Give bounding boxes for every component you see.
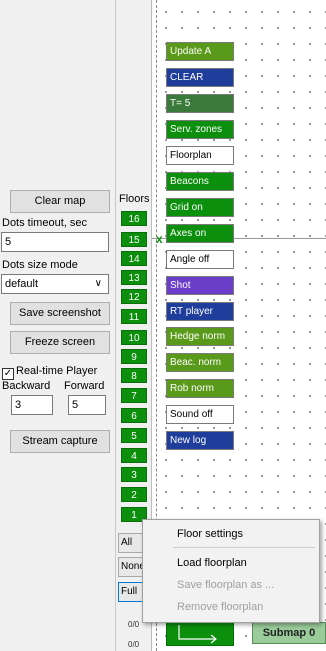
backward-label: Backward <box>2 380 51 392</box>
floor-15-button[interactable]: 15 <box>121 232 147 247</box>
clear-button[interactable]: CLEAR <box>166 68 234 87</box>
floor-16-button[interactable]: 16 <box>121 211 147 226</box>
menu-separator <box>173 547 315 548</box>
direction-indicator[interactable] <box>166 620 234 646</box>
menu-item-floor-settings[interactable]: Floor settings <box>177 528 243 540</box>
count-1: 0/0 <box>128 620 140 629</box>
floor-5-button[interactable]: 5 <box>121 428 147 443</box>
chevron-down-icon: ∨ <box>94 278 102 289</box>
menu-item-load-floorplan[interactable]: Load floorplan <box>177 557 247 569</box>
realtime-player-checkbox[interactable]: ✓ Real-time Player <box>2 365 97 380</box>
dots-timeout-label: Dots timeout, sec <box>2 217 87 229</box>
realtime-player-label: Real-time Player <box>16 365 98 377</box>
hedge-norm-button[interactable]: Hedge norm <box>166 327 234 346</box>
beacons-button[interactable]: Beacons <box>166 172 234 191</box>
floor-11-button[interactable]: 11 <box>121 309 147 324</box>
t-interval-button[interactable]: T= 5 <box>166 94 234 113</box>
floor-13-button[interactable]: 13 <box>121 270 147 285</box>
forward-input[interactable]: 5 <box>68 395 106 415</box>
floor-10-button[interactable]: 10 <box>121 330 147 345</box>
left-panel: Clear map Dots timeout, sec 5 Dots size … <box>0 0 115 651</box>
dots-timeout-input[interactable]: 5 <box>1 232 109 252</box>
submap-button[interactable]: Submap 0 <box>252 622 326 644</box>
dots-size-select[interactable]: default ∨ <box>1 274 109 294</box>
floor-2-button[interactable]: 2 <box>121 487 147 502</box>
sound-off-button[interactable]: Sound off <box>166 405 234 424</box>
stream-capture-button[interactable]: Stream capture <box>10 430 110 453</box>
grid-on-button[interactable]: Grid on <box>166 198 234 217</box>
freeze-screen-button[interactable]: Freeze screen <box>10 331 110 354</box>
arrow-icon <box>178 625 217 644</box>
dots-size-value: default <box>5 278 39 290</box>
floor-4-button[interactable]: 4 <box>121 448 147 463</box>
floorplan-button[interactable]: Floorplan <box>166 146 234 165</box>
floor-6-button[interactable]: 6 <box>121 408 147 423</box>
save-screenshot-button[interactable]: Save screenshot <box>10 302 110 325</box>
count-2: 0/0 <box>128 640 140 649</box>
shot-button[interactable]: Shot <box>166 276 234 295</box>
menu-item-save-floorplan[interactable]: Save floorplan as ... <box>177 579 274 591</box>
axes-on-button[interactable]: Axes on <box>166 224 234 243</box>
serv-zones-button[interactable]: Serv. zones <box>166 120 234 139</box>
update-a-button[interactable]: Update A <box>166 42 234 61</box>
floor-14-button[interactable]: 14 <box>121 251 147 266</box>
floors-title: Floors <box>119 193 150 205</box>
origin-marker: x <box>156 232 163 246</box>
floor-3-button[interactable]: 3 <box>121 467 147 482</box>
floor-8-button[interactable]: 8 <box>121 368 147 383</box>
floor-12-button[interactable]: 12 <box>121 289 147 304</box>
checkbox-check-icon: ✓ <box>2 368 14 380</box>
angle-off-button[interactable]: Angle off <box>166 250 234 269</box>
backward-input[interactable]: 3 <box>11 395 53 415</box>
floor-7-button[interactable]: 7 <box>121 388 147 403</box>
menu-item-remove-floorplan[interactable]: Remove floorplan <box>177 601 263 613</box>
dots-size-label: Dots size mode <box>2 259 78 271</box>
rt-player-button[interactable]: RT player <box>166 302 234 321</box>
rob-norm-button[interactable]: Rob norm <box>166 379 234 398</box>
forward-label: Forward <box>64 380 105 392</box>
new-log-button[interactable]: New log <box>166 431 234 450</box>
beac-norm-button[interactable]: Beac. norm <box>166 353 234 372</box>
floor-9-button[interactable]: 9 <box>121 349 147 364</box>
context-menu: Floor settings Load floorplan Save floor… <box>142 519 320 623</box>
clear-map-button[interactable]: Clear map <box>10 190 110 213</box>
